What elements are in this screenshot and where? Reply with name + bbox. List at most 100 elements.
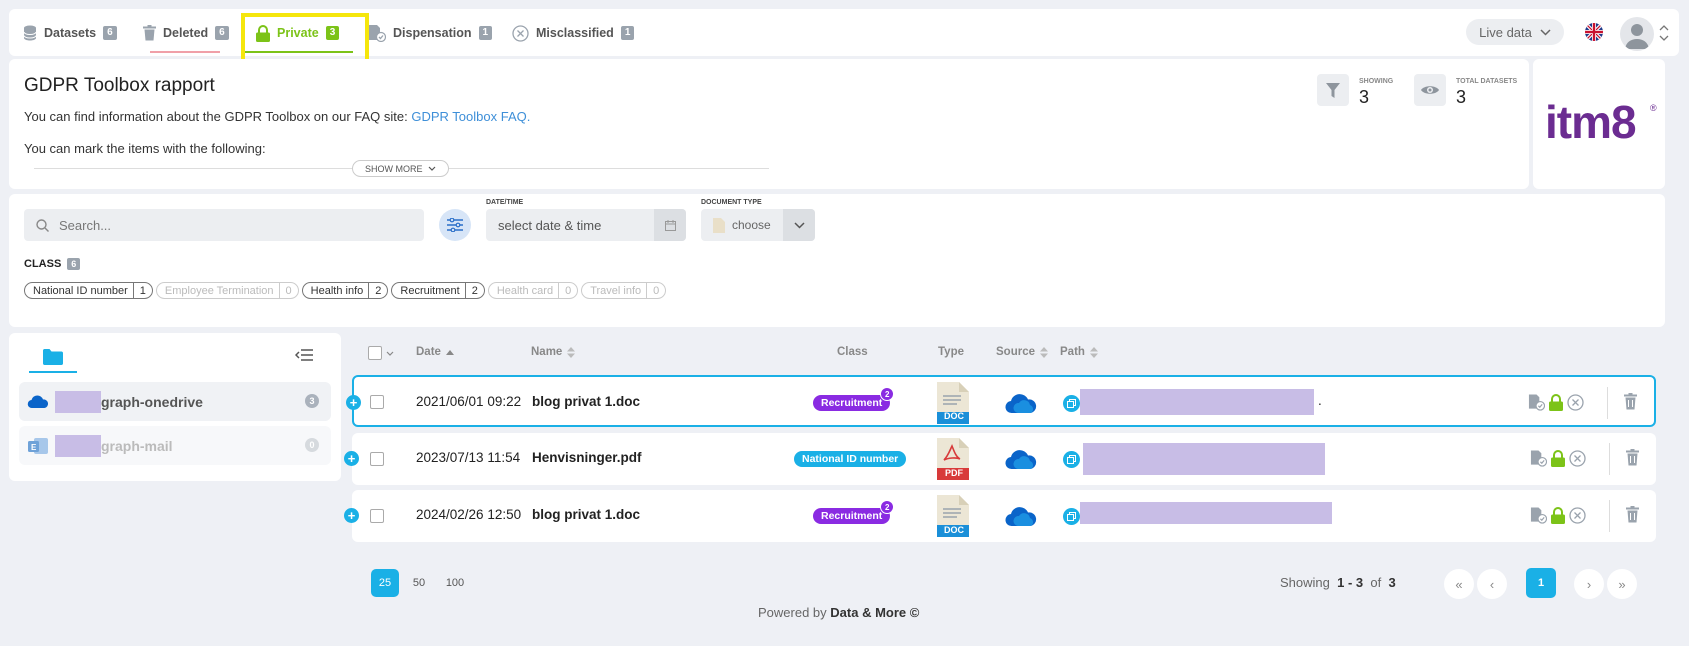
tab-deleted[interactable]: Deleted 6	[143, 23, 229, 43]
sidebar-item-count: 3	[305, 394, 319, 408]
chevron-down-icon	[428, 166, 435, 171]
chip-national-id[interactable]: National ID number 1	[24, 282, 153, 299]
next-page-button[interactable]: ›	[1574, 569, 1604, 599]
chip-count: 2	[368, 283, 387, 298]
tab-datasets[interactable]: Datasets 6	[23, 23, 117, 43]
svg-text:E: E	[31, 443, 37, 452]
page-title: GDPR Toolbox rapport	[24, 75, 215, 96]
row-name[interactable]: Henvisninger.pdf	[532, 450, 642, 465]
expand-row-button[interactable]: +	[344, 508, 359, 523]
expand-row-button[interactable]: +	[346, 395, 361, 410]
sidebar-tab-folders[interactable]	[29, 343, 77, 373]
misclassified-icon[interactable]	[1567, 394, 1584, 411]
tab-misclassified[interactable]: Misclassified 1	[512, 23, 635, 43]
row-name[interactable]: blog privat 1.doc	[532, 507, 640, 522]
tab-count: 6	[103, 26, 117, 40]
trash-icon[interactable]	[1626, 506, 1639, 523]
search-placeholder: Search...	[59, 217, 112, 233]
page-size-100[interactable]: 100	[441, 569, 469, 597]
page-size-50[interactable]: 50	[405, 569, 433, 597]
redacted-block	[55, 390, 101, 413]
expand-row-button[interactable]: +	[344, 451, 359, 466]
faq-link[interactable]: GDPR Toolbox FAQ.	[411, 109, 530, 124]
dispensation-icon[interactable]	[1528, 394, 1545, 411]
doctype-label: DOCUMENT TYPE	[701, 199, 762, 206]
chevron-down-icon[interactable]	[783, 209, 815, 241]
showing-stat: SHOWING 3	[1317, 74, 1393, 108]
chevron-down-icon[interactable]	[386, 351, 394, 356]
path-suffix: .	[1318, 393, 1322, 408]
brand-logo: itm8	[1545, 96, 1637, 148]
table-row[interactable]: + 2024/02/26 12:50 blog privat 1.doc Rec…	[344, 490, 1656, 542]
logo-card: itm8 ®	[1533, 59, 1665, 189]
chip-recruitment[interactable]: Recruitment 2	[391, 282, 485, 299]
chip-employee-termination[interactable]: Employee Termination 0	[155, 282, 299, 299]
first-page-button[interactable]: «	[1444, 569, 1474, 599]
row-checkbox[interactable]	[370, 395, 384, 409]
live-data-select[interactable]: Live data	[1466, 19, 1564, 45]
sidebar-item-onedrive[interactable]: graph-onedrive 3	[19, 382, 331, 421]
doctype-select[interactable]: choose	[701, 209, 815, 241]
misclassified-icon[interactable]	[1569, 507, 1586, 524]
copy-path-icon[interactable]	[1063, 395, 1080, 412]
chip-label: Employee Termination	[164, 284, 274, 297]
sort-asc-icon	[445, 349, 454, 355]
misclassified-icon[interactable]	[1569, 450, 1586, 467]
lock-icon[interactable]	[1551, 507, 1565, 524]
trash-icon[interactable]	[1626, 449, 1639, 466]
column-label: Source	[996, 346, 1035, 358]
chip-health-info[interactable]: Health info 2	[301, 282, 389, 299]
uk-flag-icon[interactable]	[1585, 23, 1603, 41]
filter-icon	[1317, 74, 1349, 106]
date-input[interactable]: select date & time	[486, 209, 686, 241]
search-input[interactable]: Search...	[24, 209, 424, 241]
copy-path-icon[interactable]	[1063, 508, 1080, 525]
select-all-checkbox[interactable]	[368, 346, 382, 360]
column-name[interactable]: Name	[531, 346, 576, 358]
row-date: 2021/06/01 09:22	[416, 394, 522, 409]
chip-label: Health info	[310, 284, 364, 297]
onedrive-icon	[1005, 507, 1037, 527]
divider	[443, 168, 769, 169]
trash-icon[interactable]	[1624, 393, 1637, 410]
page-size-25[interactable]: 25	[371, 569, 399, 597]
chevron-updown-icon[interactable]	[1659, 23, 1669, 43]
class-badge-label: National ID number	[802, 453, 899, 465]
row-checkbox[interactable]	[370, 452, 384, 466]
column-class: Class	[837, 346, 868, 358]
tab-dispensation[interactable]: Dispensation 1	[368, 23, 493, 43]
chip-travel-info[interactable]: Travel info 0	[581, 282, 667, 299]
dispensation-icon[interactable]	[1530, 450, 1547, 467]
lock-icon[interactable]	[1551, 450, 1565, 467]
collapse-sidebar-icon[interactable]	[295, 349, 313, 361]
registered-mark: ®	[1650, 103, 1657, 113]
showing-of: of	[1370, 575, 1382, 590]
page-1-button[interactable]: 1	[1526, 568, 1556, 598]
advanced-filter-button[interactable]	[439, 209, 471, 241]
prev-page-button[interactable]: ‹	[1477, 569, 1507, 599]
column-source[interactable]: Source	[996, 346, 1048, 358]
sort-icon	[567, 346, 576, 358]
row-checkbox[interactable]	[370, 509, 384, 523]
table-row[interactable]: + 2023/07/13 11:54 Henvisninger.pdf Nati…	[344, 433, 1656, 485]
sidebar-item-mail[interactable]: E graph-mail 0	[19, 426, 331, 465]
avatar[interactable]	[1620, 17, 1654, 51]
footer: Powered by Data & More ©	[758, 605, 919, 620]
total-stat: TOTAL DATASETS 3	[1414, 74, 1517, 108]
footer-brand: Data & More ©	[830, 605, 920, 620]
class-badge-count: 2	[880, 387, 895, 401]
copy-path-icon[interactable]	[1063, 451, 1080, 468]
lock-icon[interactable]	[1549, 394, 1563, 411]
column-date[interactable]: Date	[416, 346, 454, 358]
last-page-button[interactable]: »	[1607, 569, 1637, 599]
tab-count: 6	[215, 26, 229, 40]
table-row[interactable]: + 2021/06/01 09:22 blog privat 1.doc Rec…	[346, 375, 1656, 427]
dispensation-icon[interactable]	[1530, 507, 1547, 524]
row-name[interactable]: blog privat 1.doc	[532, 394, 640, 409]
calendar-icon[interactable]	[654, 209, 686, 241]
column-type: Type	[938, 346, 964, 358]
onedrive-icon	[27, 394, 49, 408]
column-path[interactable]: Path	[1060, 346, 1098, 358]
show-more-button[interactable]: SHOW MORE	[352, 160, 449, 177]
chip-health-card[interactable]: Health card 0	[487, 282, 579, 299]
